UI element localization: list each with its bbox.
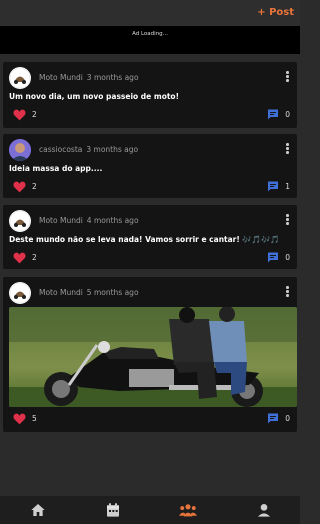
post-header: cassiocosta 3 months ago <box>9 139 291 161</box>
post-time: 4 months ago <box>86 216 139 225</box>
post-card: cassiocosta 3 months ago Ideia massa do a… <box>3 134 297 198</box>
comment-count: 0 <box>285 253 290 262</box>
new-post-button[interactable]: + Post <box>257 7 294 18</box>
post-footer: 2 0 <box>9 252 291 264</box>
like-count: 2 <box>32 182 37 191</box>
heart-icon[interactable] <box>13 413 26 425</box>
heart-icon[interactable] <box>13 181 26 193</box>
post-author[interactable]: Moto Mundi 5 months ago <box>39 288 139 297</box>
avatar[interactable] <box>9 282 31 304</box>
post-author[interactable]: cassiocosta 3 months ago <box>39 145 138 154</box>
more-options-icon[interactable] <box>286 214 289 226</box>
like-count: 5 <box>32 414 37 423</box>
post-author[interactable]: Moto Mundi 4 months ago <box>39 216 139 225</box>
heart-icon[interactable] <box>13 109 26 121</box>
ad-banner[interactable]: Ad Loading... <box>0 26 300 54</box>
community-icon[interactable] <box>179 502 197 518</box>
moto-logo-icon <box>9 210 31 232</box>
top-bar: + Post <box>0 0 300 26</box>
post-time: 3 months ago <box>86 73 139 82</box>
like-count: 2 <box>32 253 37 262</box>
heart-icon[interactable] <box>13 252 26 264</box>
post-card: Moto Mundi 4 months ago Deste mundo não s… <box>3 205 297 269</box>
post-author[interactable]: Moto Mundi 3 months ago <box>39 73 139 82</box>
avatar[interactable] <box>9 210 31 232</box>
bottom-nav <box>0 496 300 524</box>
motorcycle-photo <box>9 307 297 407</box>
post-text: Deste mundo não se leva nada! Vamos sorr… <box>9 235 280 244</box>
moto-logo-icon <box>9 282 31 304</box>
music-notes-emoji: 🎶🎵🎶🎵 <box>242 235 280 244</box>
more-options-icon[interactable] <box>286 143 289 155</box>
post-footer: 2 0 <box>9 109 291 121</box>
comment-icon[interactable] <box>267 252 279 263</box>
post-card: Moto Mundi 5 months ago 5 0 <box>3 277 297 432</box>
more-options-icon[interactable] <box>286 286 289 298</box>
post-header: Moto Mundi 5 months ago <box>9 282 291 304</box>
avatar[interactable] <box>9 67 31 89</box>
post-time: 3 months ago <box>86 145 139 154</box>
calendar-icon[interactable] <box>105 502 121 518</box>
post-header: Moto Mundi 3 months ago <box>9 67 291 89</box>
post-time: 5 months ago <box>86 288 139 297</box>
comment-icon[interactable] <box>267 109 279 120</box>
ad-loading-text: Ad Loading... <box>132 31 168 37</box>
comment-icon[interactable] <box>267 181 279 192</box>
post-header: Moto Mundi 4 months ago <box>9 210 291 232</box>
post-text: Ideia massa do app.... <box>9 164 103 173</box>
comment-count: 0 <box>285 110 290 119</box>
comment-icon[interactable] <box>267 413 279 424</box>
post-card: Moto Mundi 3 months ago Um novo dia, um n… <box>3 62 297 128</box>
post-text: Um novo dia, um novo passeio de moto! <box>9 92 180 101</box>
avatar[interactable] <box>9 139 31 161</box>
post-footer: 5 0 <box>9 413 291 425</box>
moto-logo-icon <box>9 67 31 89</box>
user-photo-icon <box>9 139 31 161</box>
post-footer: 2 1 <box>9 181 291 193</box>
home-icon[interactable] <box>30 502 46 518</box>
post-image[interactable] <box>9 307 297 407</box>
like-count: 2 <box>32 110 37 119</box>
profile-icon[interactable] <box>256 502 272 518</box>
more-options-icon[interactable] <box>286 71 289 83</box>
comment-count: 0 <box>285 414 290 423</box>
comment-count: 1 <box>285 182 290 191</box>
